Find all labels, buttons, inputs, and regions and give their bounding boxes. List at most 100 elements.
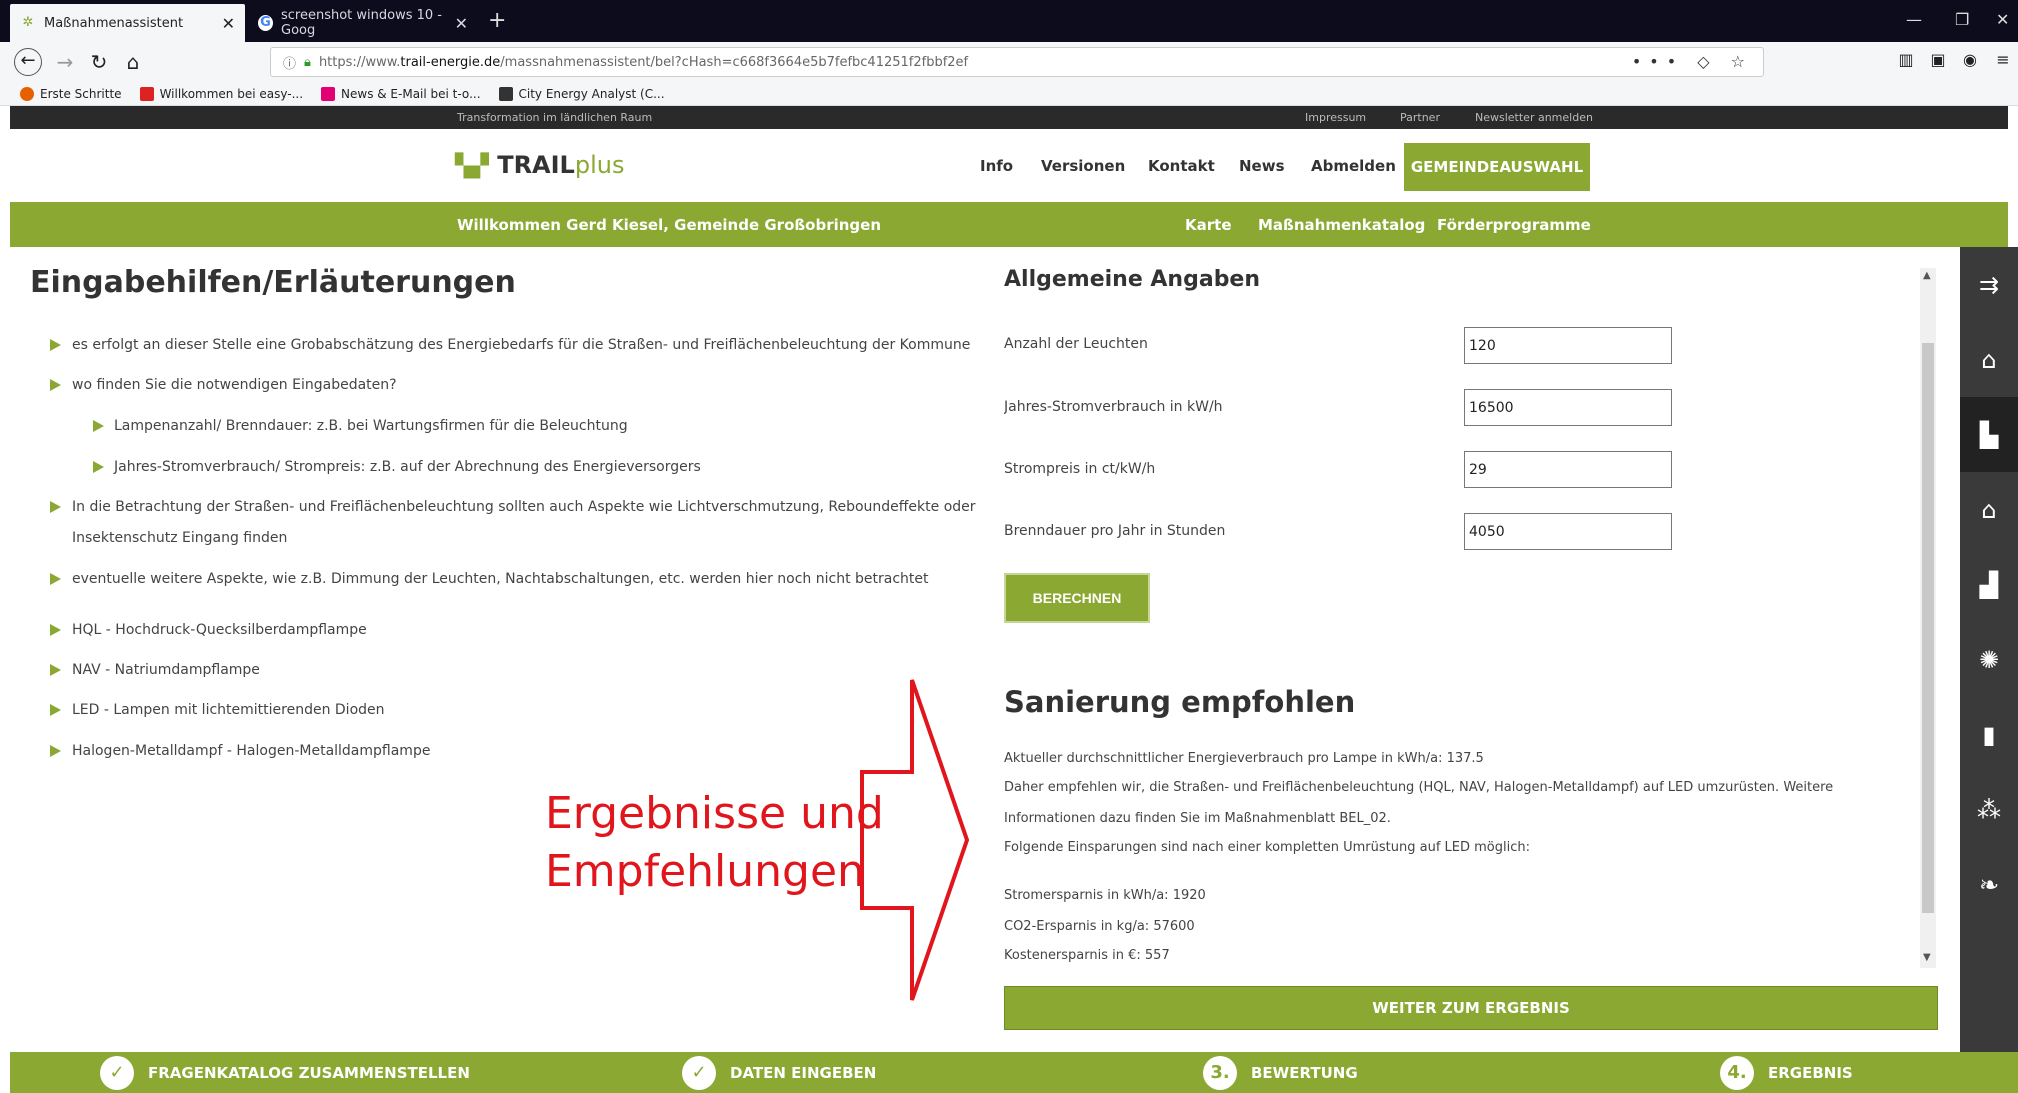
forward-icon[interactable]: → xyxy=(52,50,78,74)
karte-link[interactable]: Karte xyxy=(1185,216,1232,234)
cube-icon xyxy=(498,86,513,101)
field-label-strompreis: Strompreis in ct/kW/h xyxy=(1004,461,1156,477)
network-icon[interactable]: ⁂ xyxy=(1960,772,2018,847)
factory-icon[interactable]: ▟ xyxy=(1960,547,2018,622)
signpost-icon[interactable]: ⇉ xyxy=(1960,247,2018,322)
step-number: 4. xyxy=(1720,1055,1754,1090)
account-icon[interactable]: ◉ xyxy=(1957,50,1983,69)
reload-icon[interactable]: ↻ xyxy=(86,50,112,74)
sidebar-icon[interactable]: ▣ xyxy=(1925,50,1951,69)
building-icon[interactable]: ⌂ xyxy=(1960,322,2018,397)
step-label: FRAGENKATALOG ZUSAMMENSTELLEN xyxy=(148,1063,470,1082)
trailplus-logo[interactable]: ▚▞ TRAILplus xyxy=(455,151,624,179)
pocket-icon[interactable]: ◇ xyxy=(1697,52,1717,71)
gemeindeauswahl-button[interactable]: GEMEINDEAUSWAHL xyxy=(1404,143,1590,191)
newsletter-link[interactable]: Newsletter anmelden xyxy=(1475,111,1593,124)
bookmark-t-online[interactable]: News & E-Mail bei t-o... xyxy=(321,86,481,101)
field-label-leuchten: Anzahl der Leuchten xyxy=(1004,336,1148,352)
close-window-icon[interactable]: ✕ xyxy=(1996,10,2009,29)
foerderprogramme-link[interactable]: Förderprogramme xyxy=(1437,216,1591,234)
co2-ersparnis: CO2-Ersparnis in kg/a: 57600 xyxy=(1004,919,1195,934)
step-daten-eingeben[interactable]: ✓ DATEN EINGEBEN xyxy=(682,1052,876,1093)
minimize-icon[interactable]: — xyxy=(1906,10,1922,29)
nav-info[interactable]: Info xyxy=(980,157,1013,175)
check-icon: ✓ xyxy=(100,1055,134,1090)
scroll-down-icon[interactable]: ▼ xyxy=(1923,952,1931,963)
stromverbrauch-input[interactable] xyxy=(1464,389,1672,426)
scroll-thumb[interactable] xyxy=(1922,343,1934,913)
form-title: Allgemeine Angaben xyxy=(1004,267,1261,292)
weiter-zum-ergebnis-button[interactable]: WEITER ZUM ERGEBNIS xyxy=(1004,986,1938,1030)
result-line: Folgende Einsparungen sind nach einer ko… xyxy=(1004,840,1530,855)
new-tab-icon[interactable]: + xyxy=(488,8,506,33)
partner-link[interactable]: Partner xyxy=(1400,111,1440,124)
tagline: Transformation im ländlichen Raum xyxy=(457,111,653,124)
library-icon[interactable]: ▥ xyxy=(1893,50,1919,69)
lightbulb-icon[interactable]: ✺ xyxy=(1960,622,2018,697)
field-label-brenndauer: Brenndauer pro Jahr in Stunden xyxy=(1004,523,1226,539)
step-ergebnis[interactable]: 4. ERGEBNIS xyxy=(1720,1052,1853,1093)
list-item-continued: Insektenschutz Eingang finden xyxy=(72,530,288,546)
nav-abmelden[interactable]: Abmelden xyxy=(1311,157,1396,175)
bookmark-erste-schritte[interactable]: Erste Schritte xyxy=(20,86,122,101)
calculator-panel: Allgemeine Angaben Anzahl der Leuchten J… xyxy=(1004,247,1934,967)
close-icon[interactable]: ✕ xyxy=(222,14,235,33)
list-item: es erfolgt an dieser Stelle eine Grobabs… xyxy=(72,337,971,353)
bullet-icon xyxy=(50,745,61,757)
bookmark-city-energy[interactable]: City Energy Analyst (C... xyxy=(498,86,665,101)
list-item: Lampenanzahl/ Brenndauer: z.B. bei Wartu… xyxy=(114,418,628,434)
url-bar[interactable]: ⓘ 🔒︎ https://www. trail-energie.de/massna… xyxy=(270,47,1764,77)
site-header: ▚▞ TRAILplus Info Versionen Kontakt News… xyxy=(10,129,2008,202)
url-prefix: https://www. xyxy=(318,54,401,70)
more-icon[interactable]: ••• xyxy=(1632,52,1684,71)
strompreis-input[interactable] xyxy=(1464,451,1672,488)
url-domain: trail-energie.de xyxy=(400,54,501,70)
annotation-text: Ergebnisse und Empfehlungen xyxy=(545,785,884,901)
bullet-icon xyxy=(50,501,61,513)
lock-icon: 🔒︎ xyxy=(304,54,311,70)
result-title: Sanierung empfohlen xyxy=(1004,685,1356,719)
list-item: Jahres-Stromverbrauch/ Strompreis: z.B. … xyxy=(114,459,701,475)
close-icon[interactable]: ✕ xyxy=(455,14,468,33)
leaf-icon[interactable]: ❧ xyxy=(1960,847,2018,922)
traffic-light-icon[interactable]: ▮ xyxy=(1960,697,2018,772)
tab-massnahmenassistent[interactable]: ✲ Maßnahmenassistent ✕ xyxy=(10,4,245,42)
welcome-text: Willkommen Gerd Kiesel, Gemeinde Großobr… xyxy=(457,216,882,234)
nav-news[interactable]: News xyxy=(1239,157,1285,175)
massnahmenkatalog-link[interactable]: Maßnahmenkatalog xyxy=(1258,216,1425,234)
field-label-stromverbrauch: Jahres-Stromverbrauch in kW/h xyxy=(1004,399,1223,415)
nav-versionen[interactable]: Versionen xyxy=(1041,157,1125,175)
back-icon[interactable]: ← xyxy=(14,48,42,76)
bullet-icon xyxy=(50,664,61,676)
scroll-up-icon[interactable]: ▲ xyxy=(1923,270,1931,281)
list-item: Halogen-Metalldampf - Halogen-Metalldamp… xyxy=(72,743,431,759)
tab-google[interactable]: G screenshot windows 10 - Goog ✕ xyxy=(248,4,478,42)
nav-kontakt[interactable]: Kontakt xyxy=(1148,157,1215,175)
berechnen-button[interactable]: BERECHNEN xyxy=(1004,573,1150,623)
bookmark-easy[interactable]: Willkommen bei easy-... xyxy=(139,86,303,101)
road-icon[interactable]: ▙ xyxy=(1960,397,2018,472)
bullet-icon xyxy=(50,704,61,716)
annotation-line-1: Ergebnisse und xyxy=(545,788,884,839)
step-fragenkatalog[interactable]: ✓ FRAGENKATALOG ZUSAMMENSTELLEN xyxy=(100,1052,470,1093)
check-icon: ✓ xyxy=(682,1055,716,1090)
kostenersparnis: Kostenersparnis in €: 557 xyxy=(1004,948,1170,963)
brenndauer-input[interactable] xyxy=(1464,513,1672,550)
home-icon[interactable]: ⌂ xyxy=(120,50,146,74)
menu-icon[interactable]: ≡ xyxy=(1990,50,2016,69)
list-item: wo finden Sie die notwendigen Eingabedat… xyxy=(72,377,397,393)
leaf-icon: ✲ xyxy=(22,15,34,30)
impressum-link[interactable]: Impressum xyxy=(1305,111,1366,124)
welcome-bar: Willkommen Gerd Kiesel, Gemeinde Großobr… xyxy=(10,202,2008,247)
leuchten-input[interactable] xyxy=(1464,327,1672,364)
google-icon: G xyxy=(258,15,273,31)
panel-scrollbar[interactable]: ▲ ▼ xyxy=(1920,268,1936,968)
result-line: Informationen dazu finden Sie im Maßnahm… xyxy=(1004,811,1391,826)
step-bewertung[interactable]: 3. BEWERTUNG xyxy=(1203,1052,1358,1093)
help-section: Eingabehilfen/Erläuterungen xyxy=(30,265,975,320)
restore-icon[interactable]: ❐ xyxy=(1955,10,1969,29)
list-item: NAV - Natriumdampflampe xyxy=(72,662,260,678)
star-icon[interactable]: ☆ xyxy=(1731,52,1753,71)
house-icon[interactable]: ⌂ xyxy=(1960,472,2018,547)
help-title: Eingabehilfen/Erläuterungen xyxy=(30,265,516,300)
